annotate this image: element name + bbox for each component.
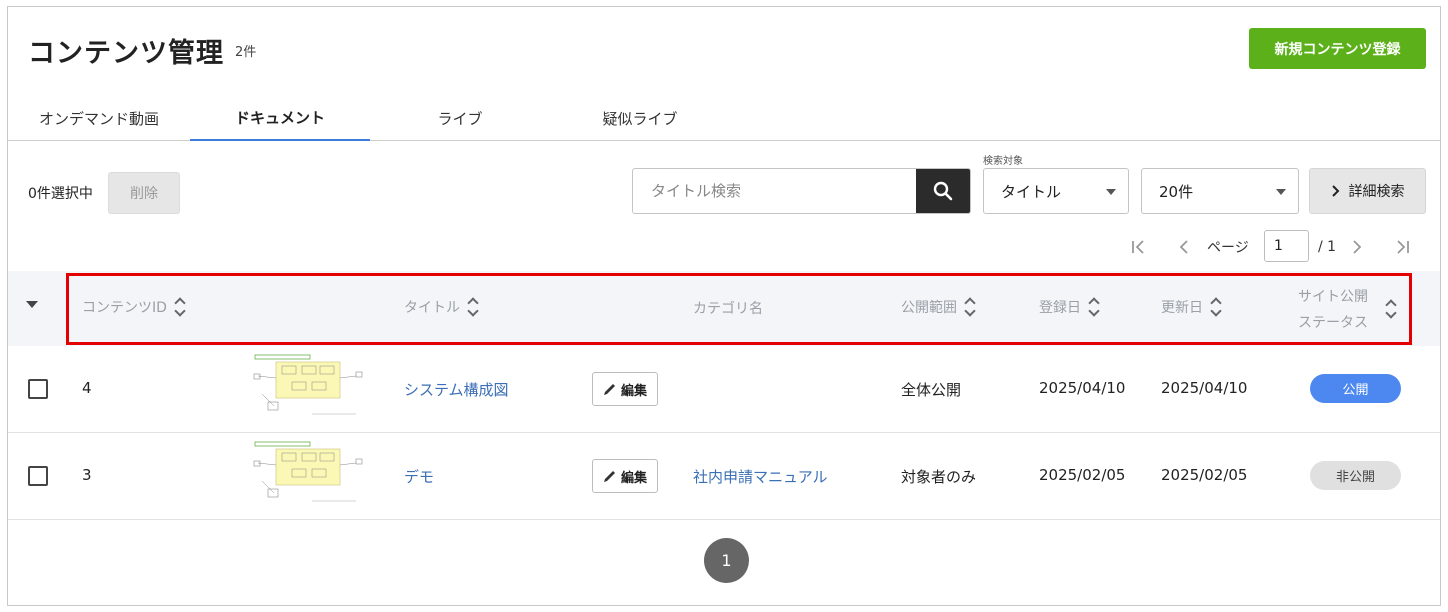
tab-document[interactable]: ドキュメント	[190, 95, 370, 141]
content-type-tabs: オンデマンド動画 ドキュメント ライブ 疑似ライブ	[8, 95, 1440, 141]
edit-label: 編集	[620, 470, 647, 486]
content-management-panel: コンテンツ管理 2件 新規コンテンツ登録 オンデマンド動画 ドキュメント ライブ…	[7, 6, 1441, 606]
edit-button[interactable]: 編集	[592, 459, 658, 493]
tab-pseudo-live[interactable]: 疑似ライブ	[550, 95, 730, 141]
first-page-icon	[1132, 240, 1144, 254]
status-badge[interactable]: 公開	[1310, 374, 1401, 403]
status-badge[interactable]: 非公開	[1310, 461, 1401, 490]
per-page-select[interactable]: 20件	[1141, 168, 1299, 214]
prev-page-button[interactable]	[1178, 231, 1190, 263]
search-button[interactable]	[916, 169, 970, 213]
title-search	[632, 168, 971, 214]
document-thumbnail	[252, 441, 366, 507]
page-label: ページ	[1207, 240, 1249, 256]
tab-on-demand-video[interactable]: オンデマンド動画	[8, 95, 190, 141]
search-target-label: 検索対象	[983, 156, 1023, 167]
category-link[interactable]: 社内申請マニュアル	[693, 466, 828, 487]
caret-down-icon	[1106, 189, 1116, 195]
document-thumbnail	[252, 354, 366, 420]
pencil-icon	[603, 471, 615, 482]
search-target-select[interactable]: タイトル	[983, 168, 1129, 214]
row-checkbox[interactable]	[28, 379, 48, 399]
search-target-value: タイトル	[1001, 182, 1062, 201]
delete-button[interactable]: 削除	[108, 172, 180, 214]
content-title-link[interactable]: システム構成図	[404, 379, 509, 400]
select-all-toggle[interactable]	[26, 301, 38, 309]
chevron-right-icon	[1331, 185, 1339, 197]
selected-count: 0件選択中	[28, 186, 93, 202]
page-number-input[interactable]	[1264, 230, 1309, 262]
last-page-button[interactable]	[1395, 231, 1411, 263]
content-id: 3	[82, 466, 92, 484]
row-checkbox[interactable]	[28, 466, 48, 486]
content-id: 4	[82, 379, 92, 397]
edit-button[interactable]: 編集	[592, 372, 658, 406]
edit-label: 編集	[620, 383, 647, 399]
first-page-button[interactable]	[1130, 231, 1146, 263]
page-total: / 1	[1318, 239, 1337, 255]
title-search-input[interactable]	[633, 169, 917, 213]
content-count: 2件	[235, 45, 257, 60]
created-date: 2025/02/05	[1039, 466, 1126, 484]
advanced-search-button[interactable]: 詳細検索	[1309, 168, 1426, 214]
header-highlight-box	[66, 273, 1412, 345]
search-icon	[933, 181, 953, 201]
chevron-right-icon	[1353, 240, 1362, 254]
table-row: 4 システム構成図 編集 全体公開 2025/04/10 2025/04/10 …	[8, 346, 1440, 433]
advanced-search-label: 詳細検索	[1348, 184, 1405, 200]
new-content-button[interactable]: 新規コンテンツ登録	[1249, 28, 1426, 69]
per-page-value: 20件	[1159, 182, 1194, 201]
table-row: 3 デモ 編集 社内申請マニュアル 対象者のみ 2025/02/05 2025/…	[8, 433, 1440, 520]
next-page-button[interactable]	[1351, 231, 1363, 263]
chevron-left-icon	[1179, 240, 1188, 254]
created-date: 2025/04/10	[1039, 379, 1126, 397]
updated-date: 2025/04/10	[1161, 379, 1248, 397]
publish-scope: 対象者のみ	[901, 468, 977, 486]
publish-scope: 全体公開	[901, 381, 962, 399]
updated-date: 2025/02/05	[1161, 466, 1248, 484]
caret-down-icon	[26, 301, 38, 308]
tab-live[interactable]: ライブ	[370, 95, 550, 141]
last-page-icon	[1397, 240, 1409, 254]
caret-down-icon	[1276, 189, 1286, 195]
content-title-link[interactable]: デモ	[404, 466, 434, 487]
pagination-page-1[interactable]: 1	[704, 538, 749, 583]
page-title: コンテンツ管理	[28, 38, 224, 69]
pencil-icon	[603, 384, 615, 395]
